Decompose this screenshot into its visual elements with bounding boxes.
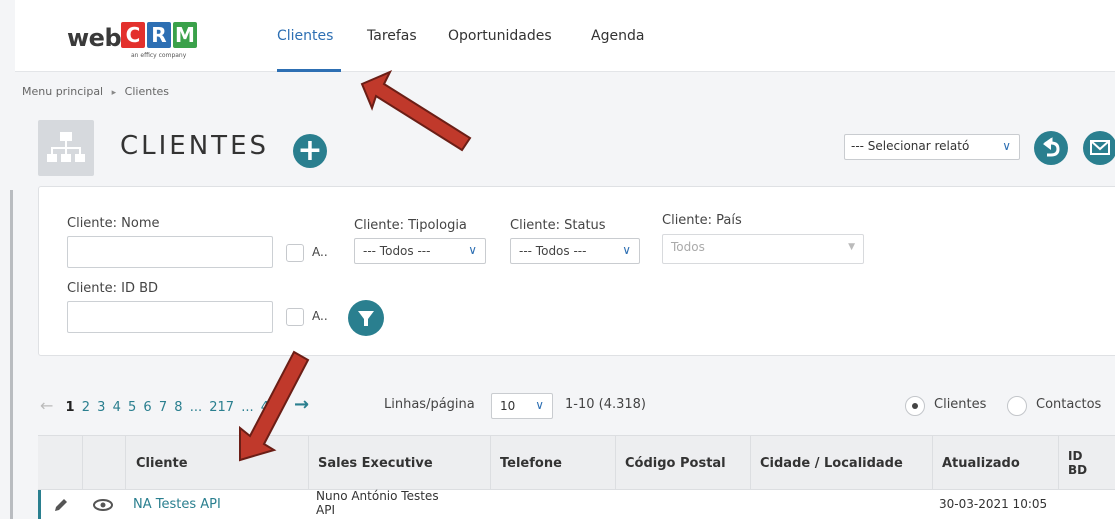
tab-tarefas[interactable]: Tarefas [367,28,417,44]
page-ellipsis: ... [241,400,254,415]
org-chart-icon [38,120,94,176]
page-link[interactable]: 8 [174,400,182,415]
chevron-down-icon: ∨ [1002,139,1011,153]
column-header-sales-executive[interactable]: Sales Executive [318,436,433,491]
breadcrumb-separator: ▸ [111,88,117,98]
row-accent-bar [38,490,41,519]
add-client-button[interactable]: + [293,134,327,168]
page-link[interactable]: 2 [82,400,90,415]
radio-clientes[interactable] [905,396,925,416]
tab-agenda[interactable]: Agenda [591,28,644,44]
filter-tipologia-label: Cliente: Tipologia [354,218,467,233]
add-icon: + [297,133,323,168]
filter-pais-value: Todos [671,240,705,254]
page-title: CLIENTES [120,131,269,161]
page-link[interactable]: 5 [128,400,136,415]
filter-status-label: Cliente: Status [510,218,606,233]
left-rail [10,190,13,519]
column-header-cliente[interactable]: Cliente [136,436,188,491]
tab-oportunidades[interactable]: Oportunidades [448,28,552,44]
apply-filter-button[interactable] [348,300,384,336]
page-link[interactable]: 4 [261,400,269,415]
annotation-arrow-top [360,70,472,152]
page-link[interactable]: 7 [159,400,167,415]
email-icon [1090,140,1110,155]
filter-idbd-check-label: A.. [312,309,328,323]
chevron-down-icon: ∨ [468,243,477,257]
logo-letter-m: M [173,22,197,48]
page-link[interactable]: 6 [143,400,151,415]
active-tab-indicator [277,69,341,72]
edit-pencil-icon[interactable] [52,496,70,518]
sales-executive-line2: API [316,503,335,517]
breadcrumb-root[interactable]: Menu principal [22,85,103,98]
page-link[interactable]: 3 [97,400,105,415]
radio-contactos-label: Contactos [1036,397,1102,412]
filter-tipologia-value: --- Todos --- [363,244,431,258]
filter-idbd-label: Cliente: ID BD [67,281,159,296]
email-button[interactable] [1083,131,1115,165]
radio-selected-dot [912,403,918,409]
next-page-arrow-icon[interactable]: → [294,394,309,415]
filter-status-value: --- Todos --- [519,244,587,258]
column-header-telefone[interactable]: Telefone [500,436,562,491]
radio-contactos[interactable] [1007,396,1027,416]
sales-executive-line1: Nuno António Testes [316,489,439,503]
filter-status-select[interactable]: --- Todos --- ∨ [510,238,640,264]
radio-clientes-label: Clientes [934,397,987,412]
prev-page-arrow-icon[interactable]: ← [40,396,53,415]
view-eye-icon[interactable] [92,498,114,516]
lines-per-page-label: Linhas/página [384,397,475,412]
filter-pais-label: Cliente: País [662,213,742,228]
lines-per-page-select[interactable]: 10 ∨ [491,393,553,419]
sales-executive-cell: Nuno António Testes API [316,489,439,517]
breadcrumb: Menu principal ▸ Clientes [22,85,169,98]
column-header-codigo-postal[interactable]: Código Postal [625,436,726,491]
filter-nome-check-label: A.. [312,245,328,259]
column-header-atualizado[interactable]: Atualizado [942,436,1020,491]
column-header-cidade[interactable]: Cidade / Localidade [760,436,903,491]
result-range: 1-10 (4.318) [565,397,646,412]
report-select[interactable]: --- Selecionar relató ∨ [844,134,1020,160]
filter-pais-select[interactable]: Todos ▼ [662,234,864,264]
filter-nome-label: Cliente: Nome [67,216,160,231]
top-nav: web C R M an efficy company Clientes Tar… [15,0,1115,72]
filter-nome-checkbox[interactable] [286,244,304,262]
page-link[interactable]: 4 [113,400,121,415]
pagination: ← 1 2 3 4 5 6 7 8 ... 217 ... 4 → [40,394,309,415]
tab-clientes[interactable]: Clientes [277,28,333,44]
breadcrumb-current: Clientes [124,85,169,98]
logo-letter-r: R [147,22,171,48]
page-ellipsis: ... [189,400,203,415]
chevron-down-icon: ∨ [622,243,631,257]
undo-icon [1043,137,1060,157]
report-select-value: --- Selecionar relató [851,139,970,153]
filter-icon [358,311,374,326]
table-header: Cliente Sales Executive Telefone Código … [38,435,1115,490]
filter-nome-input[interactable] [67,236,273,268]
updated-date-cell: 30-03-2021 10:05 [939,497,1048,511]
logo-tagline: an efficy company [131,52,187,59]
logo-letter-c: C [121,22,145,48]
lines-per-page-value: 10 [500,399,516,413]
undo-button[interactable] [1034,131,1068,165]
client-name-link[interactable]: NA Testes API [133,497,221,512]
caret-down-icon: ▼ [848,242,855,252]
page-link[interactable]: 1 [66,400,75,415]
filter-idbd-input[interactable] [67,301,273,333]
logo-text: web [67,24,122,52]
filter-tipologia-select[interactable]: --- Todos --- ∨ [354,238,486,264]
page-link[interactable]: 217 [209,400,234,415]
chevron-down-icon: ∨ [535,398,544,412]
filter-idbd-checkbox[interactable] [286,308,304,326]
